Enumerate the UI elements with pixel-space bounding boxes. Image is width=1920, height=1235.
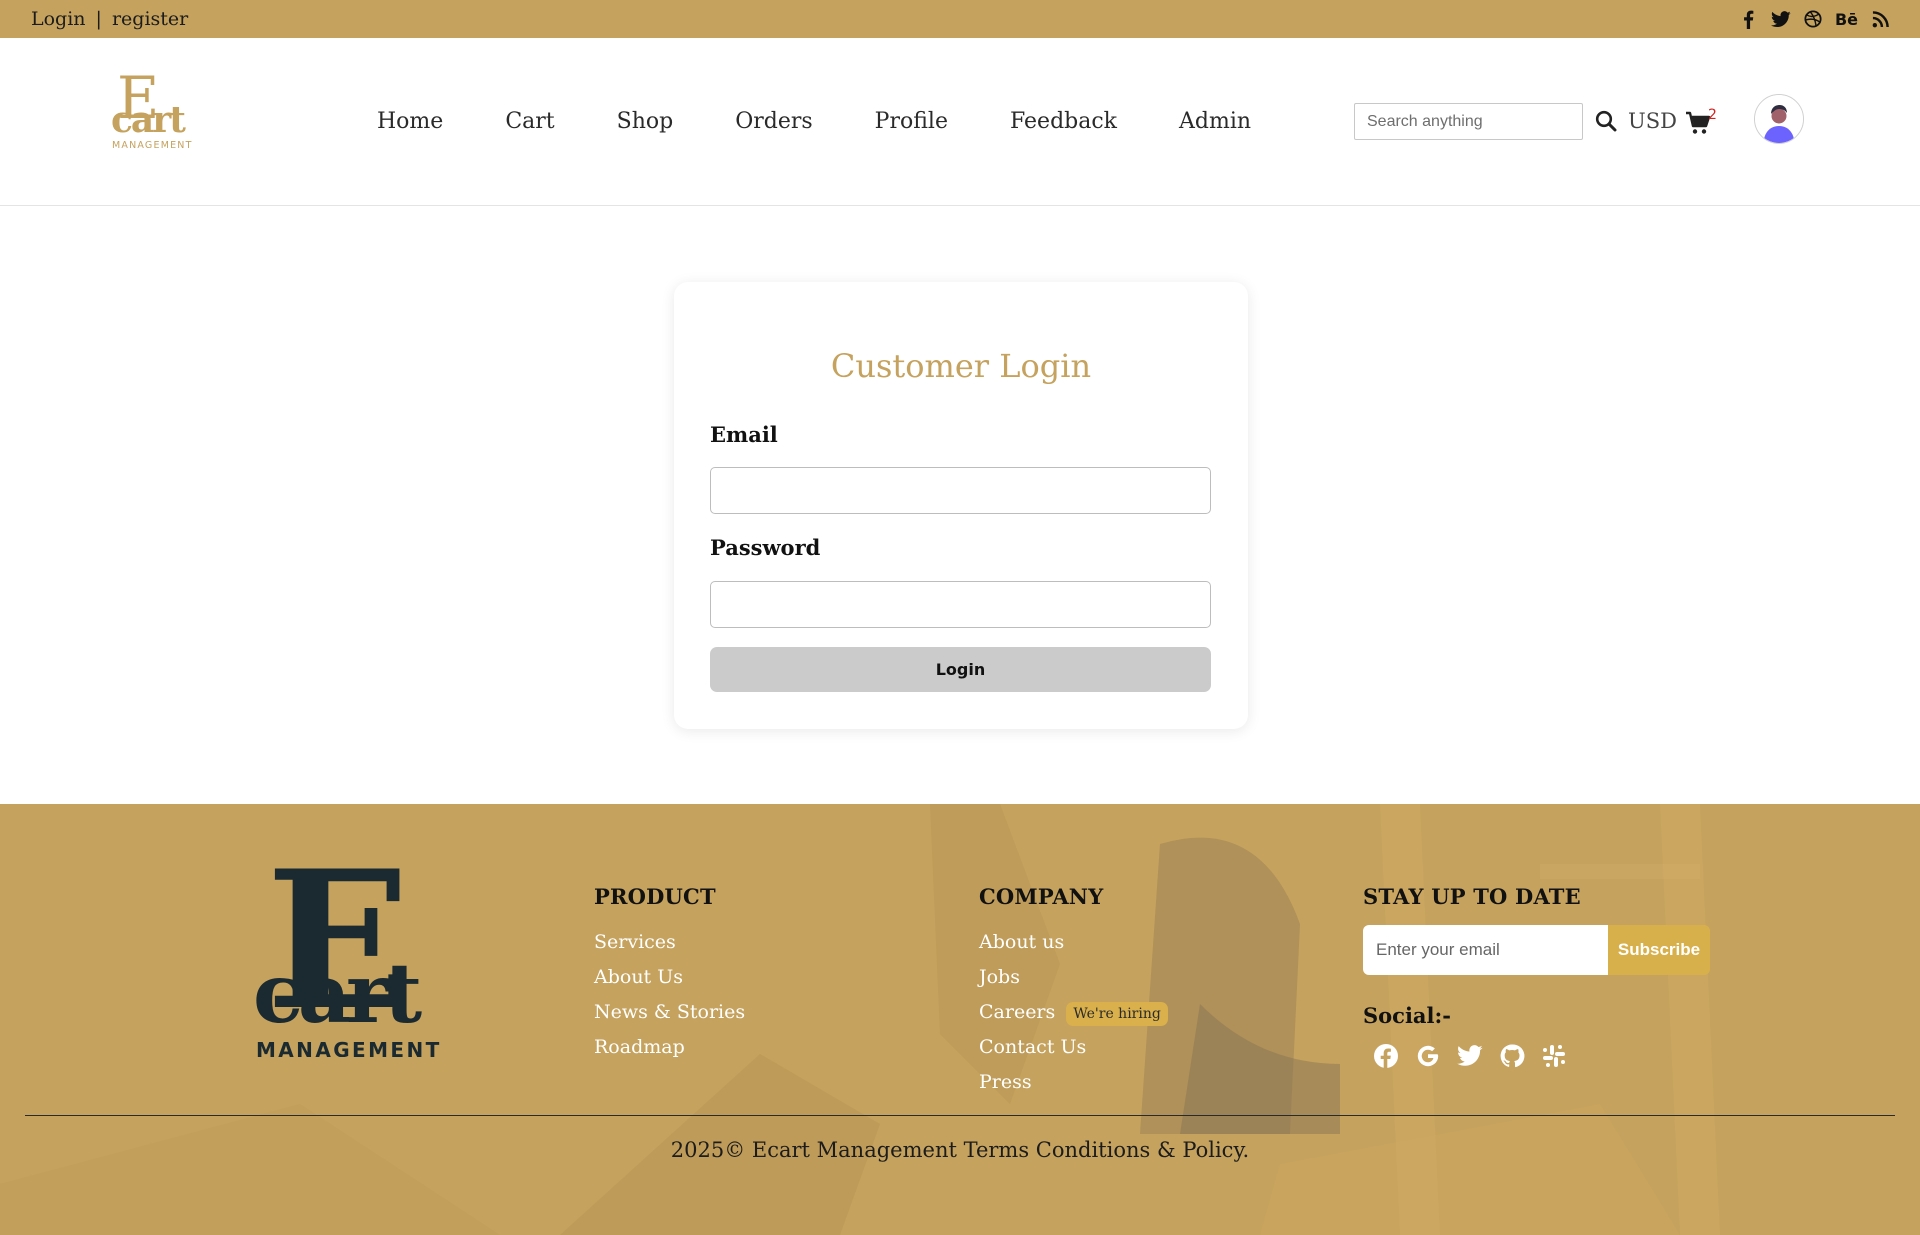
twitter-icon[interactable] xyxy=(1770,9,1791,29)
footer-link-contact[interactable]: Contact Us xyxy=(979,1030,1168,1065)
login-title: Customer Login xyxy=(830,347,1092,385)
email-label: Email xyxy=(710,422,778,447)
facebook-icon[interactable] xyxy=(1739,9,1759,29)
search-input[interactable] xyxy=(1355,104,1582,139)
newsletter-email-input[interactable] xyxy=(1363,925,1608,975)
footer-divider xyxy=(25,1115,1895,1116)
login-card: Customer Login Email Password Login xyxy=(674,282,1248,729)
footer-product-column: PRODUCT Services About Us News & Stories… xyxy=(594,884,745,1065)
dribbble-icon[interactable] xyxy=(1803,9,1823,29)
footer-link-careers[interactable]: Careers xyxy=(979,1001,1055,1023)
facebook-icon[interactable] xyxy=(1373,1043,1399,1069)
subscribe-form: Subscribe xyxy=(1363,925,1710,975)
top-bar: Login | register Bē xyxy=(0,0,1920,38)
password-field[interactable] xyxy=(710,581,1211,628)
main-nav: Home Cart Shop Orders Profile Feedback A… xyxy=(377,109,1313,134)
footer-newsletter-column: STAY UP TO DATE Subscribe Social:- xyxy=(1363,884,1723,1069)
footer-company-column: COMPANY About us Jobs Careers We're hiri… xyxy=(979,884,1168,1100)
brand-logo[interactable]: E cart MANAGEMENT xyxy=(111,68,197,152)
logo-sub: MANAGEMENT xyxy=(112,140,193,151)
careers-row: Careers We're hiring xyxy=(979,995,1168,1030)
behance-icon[interactable]: Bē xyxy=(1835,9,1858,29)
nav-cart[interactable]: Cart xyxy=(505,109,554,134)
slack-icon[interactable] xyxy=(1541,1043,1567,1069)
stay-heading: STAY UP TO DATE xyxy=(1363,884,1581,909)
site-header: E cart MANAGEMENT Home Cart Shop Orders … xyxy=(0,38,1920,206)
footer-link-about[interactable]: About us xyxy=(979,925,1168,960)
register-link[interactable]: register xyxy=(112,8,188,30)
nav-shop[interactable]: Shop xyxy=(617,109,674,134)
footer-link-news-stories[interactable]: News & Stories xyxy=(594,995,745,1030)
login-link[interactable]: Login xyxy=(31,8,86,30)
nav-profile[interactable]: Profile xyxy=(875,109,948,134)
nav-orders[interactable]: Orders xyxy=(735,109,812,134)
google-icon[interactable] xyxy=(1415,1043,1441,1069)
nav-feedback[interactable]: Feedback xyxy=(1010,109,1117,134)
email-field[interactable] xyxy=(710,467,1211,514)
footer-logo-sub: MANAGEMENT xyxy=(256,1038,442,1057)
social-title: Social:- xyxy=(1363,1003,1451,1028)
search-box xyxy=(1354,103,1583,140)
nav-home[interactable]: Home xyxy=(377,109,443,134)
footer-link-press[interactable]: Press xyxy=(979,1065,1168,1100)
rss-icon[interactable] xyxy=(1870,9,1890,29)
auth-links: Login | register xyxy=(31,8,188,30)
copyright-text: 2025© Ecart Management Terms Conditions … xyxy=(670,1138,1250,1162)
footer-link-services[interactable]: Services xyxy=(594,925,745,960)
footer-link-about-us[interactable]: About Us xyxy=(594,960,745,995)
product-heading: PRODUCT xyxy=(594,884,716,909)
hiring-badge: We're hiring xyxy=(1066,1001,1168,1026)
footer-social-icons xyxy=(1373,1043,1723,1069)
cart-count-badge: 2 xyxy=(1708,107,1717,123)
footer-logo-word: cart xyxy=(253,946,422,1042)
search-icon[interactable] xyxy=(1595,110,1617,132)
site-footer: E cart MANAGEMENT PRODUCT Services About… xyxy=(0,804,1920,1235)
twitter-icon[interactable] xyxy=(1457,1043,1483,1069)
login-button[interactable]: Login xyxy=(710,647,1211,692)
password-label: Password xyxy=(710,535,821,560)
nav-admin[interactable]: Admin xyxy=(1179,109,1251,134)
footer-link-jobs[interactable]: Jobs xyxy=(979,960,1168,995)
top-social-links: Bē xyxy=(1739,9,1890,29)
footer-link-roadmap[interactable]: Roadmap xyxy=(594,1030,745,1065)
subscribe-button[interactable]: Subscribe xyxy=(1608,925,1710,975)
avatar[interactable] xyxy=(1754,94,1804,144)
auth-separator: | xyxy=(95,8,102,30)
currency-selector[interactable]: USD xyxy=(1628,109,1677,133)
footer-logo[interactable]: E cart MANAGEMENT xyxy=(252,857,442,1057)
logo-word: cart xyxy=(111,99,186,141)
github-icon[interactable] xyxy=(1499,1043,1525,1069)
company-heading: COMPANY xyxy=(979,884,1104,909)
